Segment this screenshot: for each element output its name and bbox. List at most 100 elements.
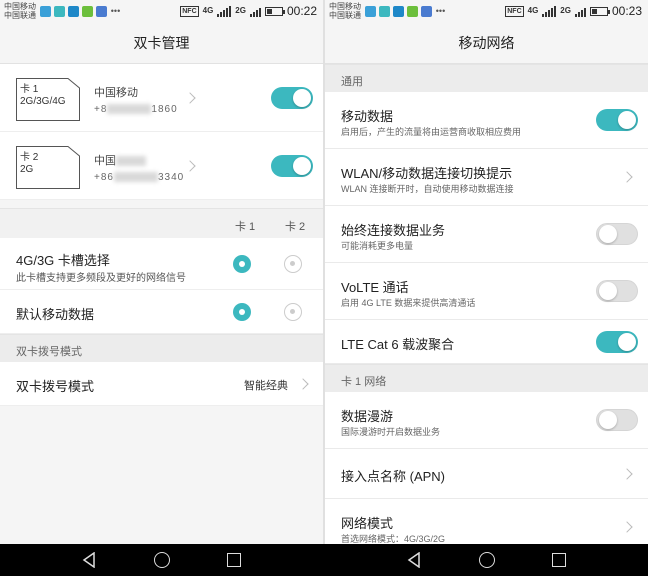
data-roaming-row[interactable]: 数据漫游 国际漫游时开启数据业务 [325, 392, 648, 449]
default-data-row: 默认移动数据 [0, 290, 323, 334]
always-on-data-row[interactable]: 始终连接数据业务 可能消耗更多电量 [325, 206, 648, 263]
clock: 00:23 [611, 4, 642, 18]
column-card-1: 卡 1 [235, 221, 256, 233]
app-notification-icon [407, 6, 418, 17]
sim-carrier-name: 中国移动 [94, 87, 138, 99]
network-type-label: 4G [527, 6, 539, 15]
slot-selection-row: 4G/3G 卡槽选择 此卡槽支持更多频段及更好的网络信号 [0, 238, 323, 290]
redacted-number [107, 104, 152, 115]
network-type-label-2: 2G [235, 6, 246, 15]
row-subtitle: 启用后，产生的流量将由运营商收取相应费用 [341, 127, 522, 137]
mobile-data-toggle[interactable] [596, 109, 638, 131]
row-subtitle: 启用 4G LTE 数据来提供高清通话 [341, 298, 476, 308]
general-section-header: 通用 [325, 64, 648, 92]
clock: 00:22 [286, 4, 317, 18]
column-card-2: 卡 2 [285, 221, 306, 233]
sim-2-toggle[interactable] [271, 155, 313, 177]
sim-carrier-name: 中国 [94, 155, 116, 167]
row-title: 数据漫游 [341, 409, 394, 424]
recent-apps-icon[interactable] [552, 553, 566, 567]
app-notification-icon [421, 6, 432, 17]
home-icon[interactable] [154, 552, 170, 568]
mobile-data-row[interactable]: 移动数据 启用后，产生的流量将由运营商收取相应费用 [325, 92, 648, 149]
app-notification-icon [393, 6, 404, 17]
nfc-icon: NFC [180, 5, 199, 17]
chevron-right-icon [297, 378, 309, 390]
row-subtitle: WLAN 连接断开时，自动使用移动数据连接 [341, 184, 514, 194]
default-data-title: 默认移动数据 [16, 307, 95, 322]
app-notification-icon [379, 6, 390, 17]
page-title: 移动网络 [325, 24, 648, 64]
sim-type-label: 2G [20, 164, 34, 175]
app-notification-icon [82, 6, 93, 17]
app-notification-icon [365, 6, 376, 17]
data-roaming-toggle[interactable] [596, 409, 638, 431]
sim-list: 卡 1 2G/3G/4G 中国移动 +8 1860 卡 2 2G 中国 +86 33… [0, 64, 323, 200]
battery-icon [264, 6, 285, 16]
row-title: 接入点名称 (APN) [341, 469, 446, 484]
section-label: 通用 [341, 76, 363, 88]
apn-row[interactable]: 接入点名称 (APN) [325, 449, 648, 499]
row-title: WLAN/移动数据连接切换提示 [341, 166, 513, 181]
dual-sim-management-screen: 中国移动 中国联通 ••• NFC 4G 2G 00:22 双卡管理 卡 1 2… [0, 0, 323, 544]
sim-slot-label: 卡 1 [20, 84, 39, 95]
more-notifications-icon: ••• [110, 6, 121, 16]
status-icons: NFC 4G 2G 00:23 [505, 4, 642, 18]
nfc-icon: NFC [505, 5, 524, 17]
chevron-right-icon [621, 171, 633, 183]
row-title: LTE Cat 6 载波聚合 [341, 337, 455, 352]
volte-row[interactable]: VoLTE 通话 启用 4G LTE 数据来提供高清通话 [325, 263, 648, 320]
row-title: 始终连接数据业务 [341, 223, 446, 238]
more-notifications-icon: ••• [435, 6, 446, 16]
chevron-right-icon [621, 468, 633, 480]
always-on-data-toggle[interactable] [596, 223, 638, 245]
sim-type-label: 2G/3G/4G [20, 96, 66, 107]
sim-1-toggle[interactable] [271, 87, 313, 109]
redacted-number [113, 172, 158, 183]
sim-number-prefix: +86 [94, 172, 114, 183]
mobile-network-screen: 中国移动 中国联通 ••• NFC 4G 2G 00:23 移动网络 通用 移动… [323, 0, 648, 544]
data-card-1-radio[interactable] [233, 303, 251, 321]
sim-number-suffix: 3340 [157, 172, 185, 183]
recent-apps-icon[interactable] [227, 553, 241, 567]
back-icon[interactable] [407, 552, 421, 568]
sim-number: +8 1860 [94, 104, 178, 115]
slot-card-2-radio[interactable] [284, 255, 302, 273]
sim-carrier: 中国 [94, 152, 146, 168]
carrier-labels: 中国移动 中国联通 [329, 2, 361, 20]
row-title: 网络模式 [341, 516, 394, 531]
row-subtitle: 国际漫游时开启数据业务 [341, 427, 441, 437]
app-notification-icon [54, 6, 65, 17]
notification-icons: ••• [365, 6, 446, 17]
app-notification-icon [96, 6, 107, 17]
sim-carrier: 中国移动 [94, 84, 138, 100]
network-mode-row[interactable]: 网络模式 首选网络模式：4G/3G/2G [325, 499, 648, 544]
lte-carrier-aggregation-row[interactable]: LTE Cat 6 载波聚合 [325, 320, 648, 364]
row-title: VoLTE 通话 [341, 280, 409, 295]
chevron-right-icon [184, 92, 196, 104]
sim-column-header: 卡 1 卡 2 [0, 208, 323, 238]
sim-row-2[interactable]: 卡 2 2G 中国 +86 3340 [0, 132, 323, 200]
battery-icon [589, 6, 610, 16]
carrier-1: 中国移动 [329, 2, 361, 11]
card-1-network-section-header: 卡 1 网络 [325, 364, 648, 392]
sim-card-label: 卡 1 2G/3G/4G [20, 84, 66, 108]
status-icons: NFC 4G 2G 00:22 [180, 4, 317, 18]
sim-row-1[interactable]: 卡 1 2G/3G/4G 中国移动 +8 1860 [0, 64, 323, 132]
back-icon[interactable] [82, 552, 96, 568]
volte-toggle[interactable] [596, 280, 638, 302]
chevron-right-icon [621, 521, 633, 533]
row-subtitle: 可能消耗更多电量 [341, 241, 414, 251]
dial-mode-value: 智能经典 [244, 380, 288, 392]
dial-mode-section-header: 双卡拨号模式 [0, 334, 323, 362]
wlan-switch-prompt-row[interactable]: WLAN/移动数据连接切换提示 WLAN 连接断开时，自动使用移动数据连接 [325, 149, 648, 206]
chevron-right-icon [184, 160, 196, 172]
slot-card-1-radio[interactable] [233, 255, 251, 273]
row-subtitle: 首选网络模式：4G/3G/2G [341, 534, 446, 544]
lte-carrier-aggregation-toggle[interactable] [596, 331, 638, 353]
status-bar: 中国移动 中国联通 ••• NFC 4G 2G 00:22 [0, 0, 323, 24]
dial-mode-row[interactable]: 双卡拨号模式 智能经典 [0, 362, 323, 406]
app-notification-icon [68, 6, 79, 17]
data-card-2-radio[interactable] [284, 303, 302, 321]
home-icon[interactable] [479, 552, 495, 568]
